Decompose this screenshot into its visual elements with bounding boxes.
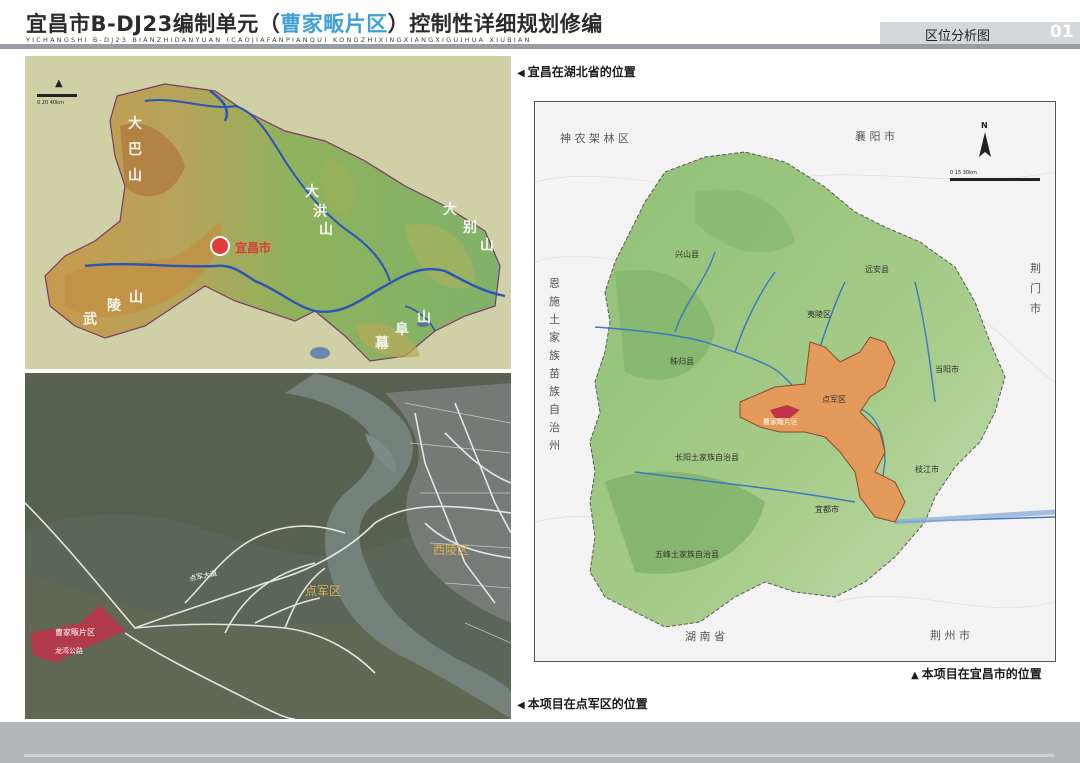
- mountain-wuling-1: 武: [83, 311, 97, 328]
- border-jingmen-1: 荆: [1030, 262, 1041, 275]
- border-enshi-3: 土: [549, 313, 560, 326]
- caption-yichang: ▲ 本项目在宜昌市的位置: [911, 665, 1042, 682]
- title-prefix: 宜昌市B-DJ23编制单元（: [26, 12, 281, 36]
- road-label-longwan: 龙湾公路: [55, 646, 83, 655]
- mountain-mufu-1: 幕: [374, 335, 390, 352]
- mountain-dahong-3: 山: [319, 222, 333, 238]
- mountain-wuling-3: 山: [129, 290, 143, 306]
- hubei-map: ▲ 0 20 40km 宜昌市 大 巴 山 武 陵 山 大 洪 山 大 别 山 …: [25, 56, 511, 369]
- page-number: 01: [1050, 22, 1074, 42]
- scale-label: 0 15 30km: [950, 170, 977, 176]
- mountain-dabie-1: 大: [443, 201, 457, 218]
- border-enshi-5: 族: [549, 348, 560, 362]
- place-yiling: 夷陵区: [807, 309, 831, 319]
- footer-line: [24, 754, 1054, 757]
- project-area-label: 曹家畈片区: [55, 627, 95, 637]
- hubei-scale: 0 20 40km: [37, 100, 64, 106]
- border-enshi-1: 恩: [549, 277, 560, 290]
- border-enshi-9: 治: [549, 420, 560, 434]
- mountain-dabie-3: 山: [480, 238, 494, 254]
- border-hunan: 湖 南 省: [685, 630, 725, 643]
- caption-hubei-text: 宜昌在湖北省的位置: [527, 65, 636, 79]
- border-jingzhou: 荆 州 市: [930, 628, 970, 642]
- place-zhijiang: 枝江市: [915, 464, 939, 474]
- mountain-dahong-2: 洪: [313, 203, 327, 220]
- border-xiangyang: 襄 阳 市: [855, 129, 895, 143]
- place-dangyang: 当阳市: [935, 364, 959, 374]
- mountain-daba-3: 山: [128, 168, 142, 184]
- caption-left-arrow-icon: ◀: [517, 68, 525, 79]
- mountain-dabie-2: 别: [462, 220, 477, 236]
- border-jingmen-2: 门: [1030, 281, 1041, 295]
- caption-dianjun: ◀ 本项目在点军区的位置: [517, 695, 648, 712]
- hubei-north-arrow: ▲: [55, 78, 63, 89]
- border-enshi-7: 族: [549, 384, 560, 398]
- district-label-xiling: 西陵区: [433, 543, 469, 557]
- mountain-wuling-2: 陵: [107, 297, 122, 314]
- title-highlight: 曹家畈片区: [280, 12, 388, 36]
- mountain-dahong-1: 大: [305, 183, 319, 200]
- caption-left-arrow-icon: ◀: [517, 700, 525, 711]
- north-label: N: [981, 121, 988, 130]
- yichang-map: 曹家畈片区 兴山县 秭归县 远安县 夷陵区 当阳市 长阳土家族自治县 五峰土家族…: [534, 101, 1056, 662]
- dianjun-map: 曹家畈片区 点军大道 龙湾公路 点军区 西陵区: [25, 373, 511, 719]
- caption-up-arrow-icon: ▲: [911, 670, 919, 681]
- caption-yichang-text: 本项目在宜昌市的位置: [921, 667, 1042, 681]
- page-title: 宜昌市B-DJ23编制单元（曹家畈片区）控制性详细规划修编: [26, 8, 603, 38]
- title-suffix: ）控制性详细规划修编: [387, 12, 603, 36]
- yichang-marker-label: 宜昌市: [235, 240, 271, 255]
- caption-hubei: ◀ 宜昌在湖北省的位置: [517, 63, 636, 80]
- scale-bar: [950, 178, 1040, 181]
- project-label-yichang: 曹家畈片区: [763, 417, 798, 426]
- header-rule: [0, 44, 1080, 49]
- tab-label: 区位分析图: [925, 29, 991, 44]
- yichang-marker: [210, 236, 230, 256]
- district-label-dianjun: 点军区: [305, 584, 341, 598]
- mountain-daba-1: 大: [128, 115, 142, 132]
- border-enshi-6: 苗: [549, 367, 560, 380]
- place-zigui: 秭归县: [670, 356, 694, 366]
- border-enshi-8: 自: [549, 403, 560, 416]
- mountain-mufu-2: 阜: [395, 321, 409, 338]
- place-wufeng: 五峰土家族自治县: [655, 549, 719, 559]
- mountain-daba-2: 巴: [128, 142, 142, 158]
- border-enshi-2: 施: [549, 295, 560, 308]
- place-yidu: 宜都市: [815, 504, 839, 514]
- place-yuanan: 远安县: [865, 264, 889, 274]
- place-xingshan: 兴山县: [675, 249, 699, 259]
- title-pinyin: YICHANGSHI B-DJ23 BIANZHIDANYUAN (CAOJIA…: [26, 36, 532, 44]
- caption-dianjun-text: 本项目在点军区的位置: [527, 697, 648, 711]
- border-shennongjia: 神 农 架 林 区: [560, 131, 629, 145]
- border-jingmen-3: 市: [1030, 301, 1041, 315]
- mountain-mufu-3: 山: [417, 310, 431, 326]
- place-changyang: 长阳土家族自治县: [675, 452, 739, 462]
- border-enshi-10: 州: [549, 439, 560, 452]
- place-dianjun: 点军区: [822, 395, 846, 404]
- border-enshi-4: 家: [549, 330, 560, 344]
